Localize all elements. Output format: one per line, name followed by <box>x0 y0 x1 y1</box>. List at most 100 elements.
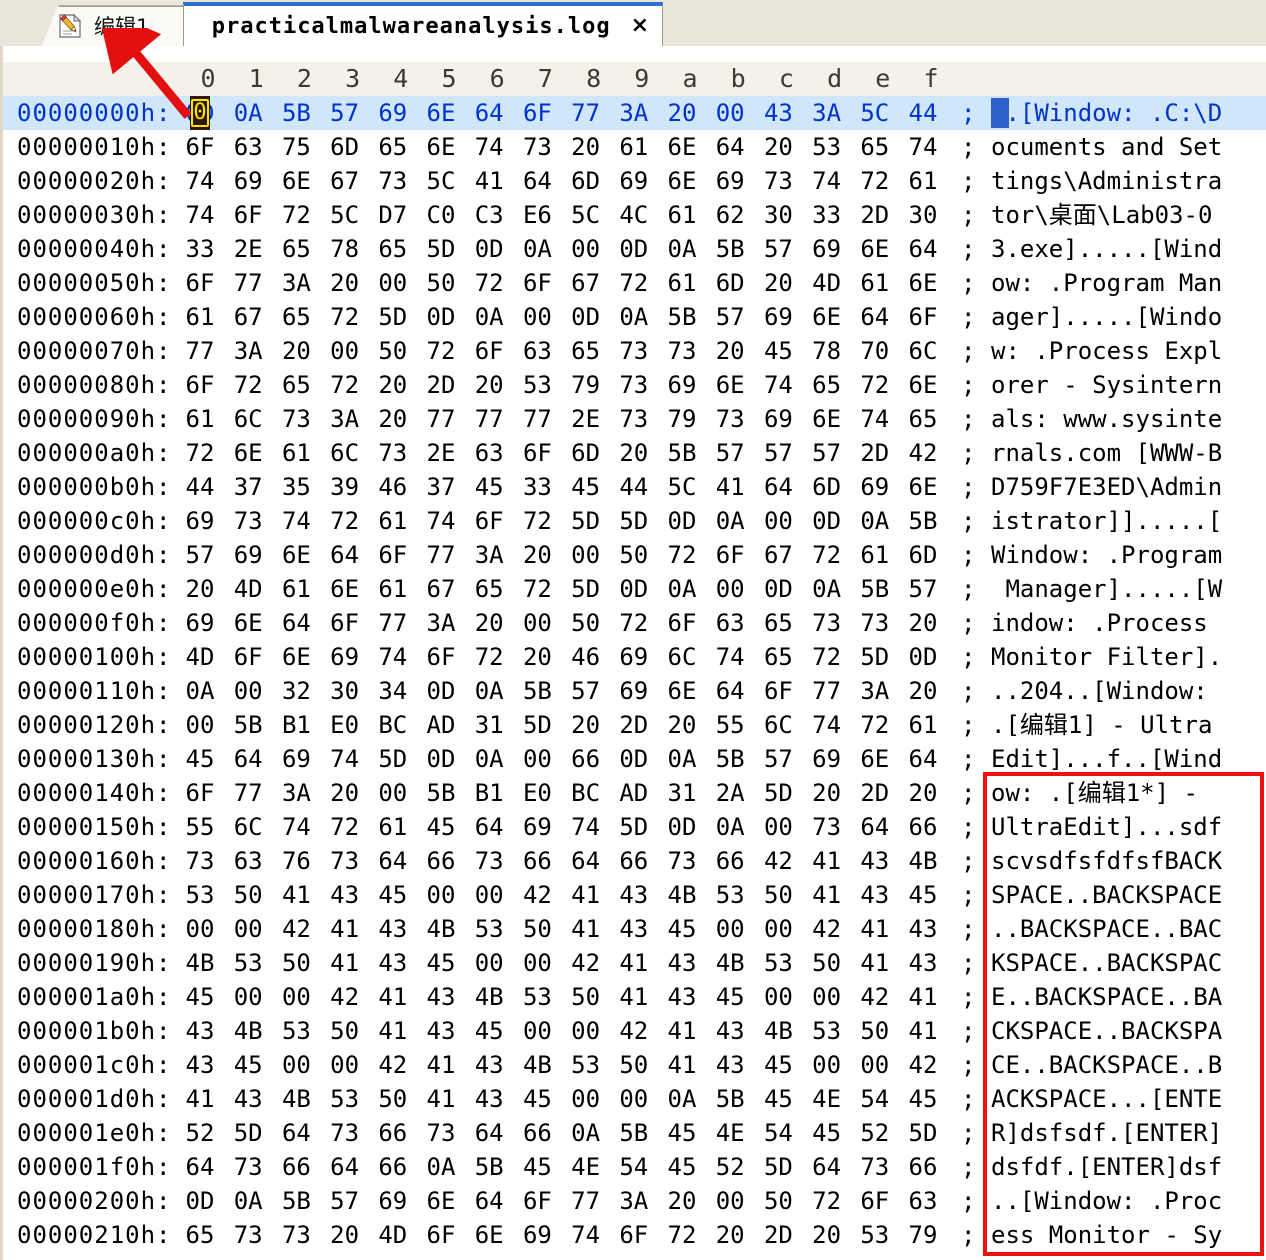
hex-byte[interactable]: 61 <box>181 402 219 436</box>
hex-byte[interactable]: 64 <box>470 96 508 130</box>
ascii-text[interactable]: w: .Process Expl <box>991 334 1222 368</box>
hex-byte[interactable]: 45 <box>663 912 701 946</box>
hex-byte[interactable]: 00 <box>374 266 412 300</box>
hex-byte[interactable]: 0A <box>470 674 508 708</box>
hex-byte[interactable]: 41 <box>567 912 605 946</box>
hex-byte[interactable]: 65 <box>277 300 315 334</box>
hex-byte[interactable]: E0 <box>326 708 364 742</box>
hex-byte[interactable]: 42 <box>374 1048 412 1082</box>
hex-byte[interactable]: 0A <box>229 1184 267 1218</box>
hex-byte[interactable]: 65 <box>567 334 605 368</box>
hex-byte[interactable]: 6C <box>663 640 701 674</box>
hex-byte[interactable]: 5B <box>277 96 315 130</box>
hex-byte[interactable]: 5C <box>663 470 701 504</box>
hex-byte[interactable]: 20 <box>326 1218 364 1252</box>
hex-byte[interactable]: 77 <box>518 402 556 436</box>
hex-row[interactable]: 00000200h: 0D 0A 5B 57 69 6E 64 6F 77 3A 20 00 50 72 6F… <box>3 1184 1266 1218</box>
hex-byte[interactable]: 72 <box>518 504 556 538</box>
hex-byte[interactable]: 5B <box>711 742 749 776</box>
hex-byte[interactable]: 20 <box>518 538 556 572</box>
hex-byte[interactable]: 72 <box>326 300 364 334</box>
hex-byte[interactable]: 5B <box>663 300 701 334</box>
hex-byte[interactable]: 69 <box>808 232 846 266</box>
hex-byte[interactable]: 42 <box>904 436 942 470</box>
hex-byte[interactable]: 73 <box>229 504 267 538</box>
hex-byte[interactable]: 00 <box>518 742 556 776</box>
hex-byte[interactable]: 57 <box>904 572 942 606</box>
hex-byte[interactable]: 5D <box>904 1116 942 1150</box>
hex-byte[interactable]: 41 <box>663 1048 701 1082</box>
hex-byte[interactable]: 42 <box>759 844 797 878</box>
hex-byte[interactable]: 4D <box>374 1218 412 1252</box>
hex-byte[interactable]: 20 <box>904 776 942 810</box>
ascii-text[interactable]: Monitor Filter]. <box>991 640 1222 674</box>
hex-byte[interactable]: 35 <box>277 470 315 504</box>
hex-byte[interactable]: 73 <box>808 606 846 640</box>
hex-byte[interactable]: 0D <box>422 674 460 708</box>
hex-byte[interactable]: 00 <box>567 1082 605 1116</box>
hex-byte[interactable]: 41 <box>808 844 846 878</box>
hex-byte[interactable]: 45 <box>518 1150 556 1184</box>
hex-row[interactable]: 00000080h: 6F 72 65 72 20 2D 20 53 79 73 69 6E 74 65 72… <box>3 368 1266 402</box>
hex-byte[interactable]: 63 <box>518 334 556 368</box>
hex-byte[interactable]: 5B <box>615 1116 653 1150</box>
hex-byte[interactable]: 5C <box>856 96 894 130</box>
ascii-text[interactable]: ..204..[Window: <box>991 674 1222 708</box>
hex-byte[interactable]: 0A <box>663 232 701 266</box>
hex-byte[interactable]: 41 <box>326 912 364 946</box>
hex-byte[interactable]: 3A <box>615 96 653 130</box>
hex-byte[interactable]: 65 <box>759 606 797 640</box>
hex-byte[interactable]: 73 <box>374 436 412 470</box>
hex-byte[interactable]: 69 <box>711 164 749 198</box>
hex-byte[interactable]: 53 <box>326 1082 364 1116</box>
ascii-text[interactable]: indow: .Process <box>991 606 1222 640</box>
hex-byte[interactable]: 3A <box>326 402 364 436</box>
hex-byte[interactable]: 45 <box>759 1048 797 1082</box>
hex-byte[interactable]: 64 <box>326 538 364 572</box>
ascii-text[interactable]: rnals.com [WWW-B <box>991 436 1222 470</box>
hex-byte[interactable]: 5B <box>711 1082 749 1116</box>
hex-byte[interactable]: 45 <box>904 1082 942 1116</box>
hex-byte[interactable]: 45 <box>759 334 797 368</box>
hex-byte[interactable]: E0 <box>518 776 556 810</box>
hex-byte[interactable]: 69 <box>277 742 315 776</box>
hex-row[interactable]: 000001d0h: 41 43 4B 53 50 41 43 45 00 00 0A 5B 45 4E 54… <box>3 1082 1266 1116</box>
hex-byte[interactable]: 43 <box>711 1014 749 1048</box>
hex-byte[interactable]: 43 <box>904 946 942 980</box>
hex-byte[interactable]: 6F <box>229 640 267 674</box>
hex-byte[interactable]: 50 <box>759 878 797 912</box>
hex-byte[interactable]: 6F <box>711 538 749 572</box>
hex-byte[interactable]: 57 <box>567 674 605 708</box>
hex-byte[interactable]: 0D <box>567 300 605 334</box>
hex-byte[interactable]: 6E <box>422 1184 460 1218</box>
hex-byte[interactable]: 6E <box>808 402 846 436</box>
hex-byte[interactable]: 0A <box>470 300 508 334</box>
hex-byte[interactable]: 50 <box>808 946 846 980</box>
hex-byte[interactable]: 5D <box>374 300 412 334</box>
hex-byte[interactable]: 43 <box>663 980 701 1014</box>
hex-byte[interactable]: 20 <box>518 640 556 674</box>
hex-byte[interactable]: 64 <box>856 300 894 334</box>
hex-byte[interactable]: 73 <box>759 164 797 198</box>
hex-byte[interactable]: 73 <box>615 334 653 368</box>
hex-byte[interactable]: 20 <box>808 1218 846 1252</box>
hex-byte[interactable]: 52 <box>181 1116 219 1150</box>
hex-byte[interactable]: 5D <box>759 776 797 810</box>
hex-row[interactable]: 000001c0h: 43 45 00 00 42 41 43 4B 53 50 41 43 45 00 00… <box>3 1048 1266 1082</box>
hex-byte[interactable]: 69 <box>374 1184 412 1218</box>
hex-byte[interactable]: 6E <box>470 1218 508 1252</box>
hex-byte[interactable]: 00 <box>229 912 267 946</box>
hex-byte[interactable]: 5B <box>904 504 942 538</box>
hex-byte[interactable]: 20 <box>711 1218 749 1252</box>
hex-byte[interactable]: 66 <box>518 1116 556 1150</box>
hex-byte[interactable]: 20 <box>904 674 942 708</box>
hex-byte[interactable]: 4B <box>422 912 460 946</box>
hex-byte[interactable]: 41 <box>904 980 942 1014</box>
tab-practicalmalwareanalysis-log[interactable]: practicalmalwareanalysis.log × <box>183 2 664 46</box>
hex-byte[interactable]: 42 <box>518 878 556 912</box>
hex-byte[interactable]: 66 <box>374 1150 412 1184</box>
hex-byte[interactable]: 57 <box>759 436 797 470</box>
ascii-text[interactable]: Window: .Program <box>991 538 1222 572</box>
hex-byte[interactable]: 54 <box>615 1150 653 1184</box>
hex-byte[interactable]: 69 <box>518 1218 556 1252</box>
